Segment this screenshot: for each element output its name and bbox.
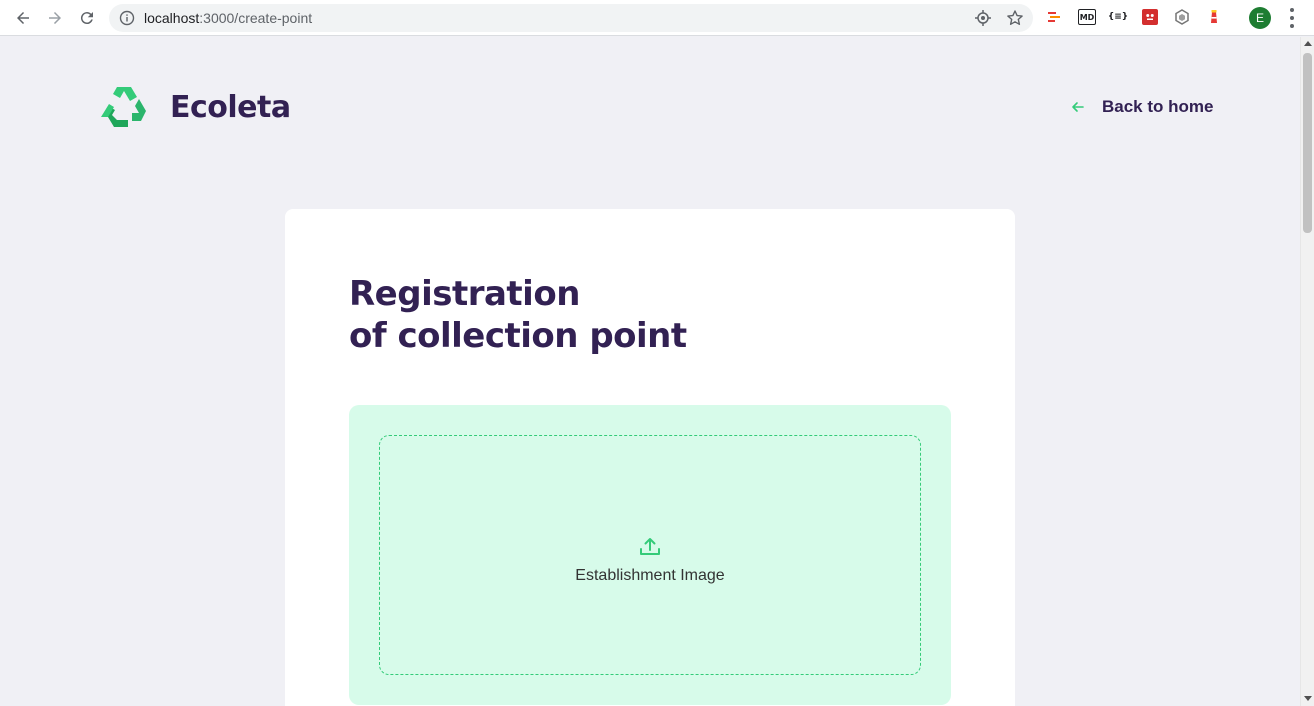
extension-markdown-icon[interactable]: MD <box>1078 9 1096 25</box>
extension-tasks-icon[interactable] <box>1046 9 1062 25</box>
back-to-home-label: Back to home <box>1102 97 1214 116</box>
location-target-icon[interactable] <box>974 9 992 27</box>
scroll-thumb[interactable] <box>1303 53 1312 233</box>
profile-avatar[interactable]: E <box>1249 7 1271 29</box>
registration-form: Registration of collection point Establi… <box>285 209 1015 706</box>
extension-json-icon[interactable]: {≡} <box>1108 9 1128 25</box>
image-dropzone: Establishment Image <box>349 405 951 705</box>
extension-red-icon[interactable] <box>1142 9 1158 25</box>
recycle-icon <box>101 87 146 127</box>
image-upload-area[interactable]: Establishment Image <box>379 435 921 675</box>
extension-lighthouse-icon[interactable] <box>1206 9 1222 25</box>
address-bar[interactable]: localhost:3000/create-point <box>109 4 1033 32</box>
vertical-scrollbar[interactable] <box>1300 37 1314 706</box>
upload-icon <box>640 538 660 555</box>
brand-logo[interactable]: Ecoleta <box>99 84 291 130</box>
back-to-home-link[interactable]: Back to home <box>1070 97 1213 117</box>
extension-hexagon-icon[interactable] <box>1174 9 1190 25</box>
back-arrow-icon[interactable] <box>11 6 35 30</box>
arrow-left-icon <box>1072 102 1084 112</box>
bookmark-star-icon[interactable] <box>1006 9 1024 27</box>
browser-toolbar: localhost:3000/create-point MD {≡} E <box>0 0 1314 36</box>
scroll-up-icon[interactable] <box>1304 41 1312 46</box>
page-viewport: Ecoleta Back to home Registration of col… <box>0 37 1300 706</box>
dropzone-label: Establishment Image <box>575 567 725 584</box>
reload-icon[interactable] <box>75 6 99 30</box>
brand-name: Ecoleta <box>170 89 291 125</box>
scroll-down-icon[interactable] <box>1304 696 1312 701</box>
page-title: Registration of collection point <box>349 274 687 356</box>
forward-arrow-icon[interactable] <box>43 6 67 30</box>
browser-menu-icon[interactable] <box>1290 8 1294 28</box>
info-icon[interactable] <box>119 10 135 26</box>
url-text[interactable]: localhost:3000/create-point <box>144 10 312 26</box>
